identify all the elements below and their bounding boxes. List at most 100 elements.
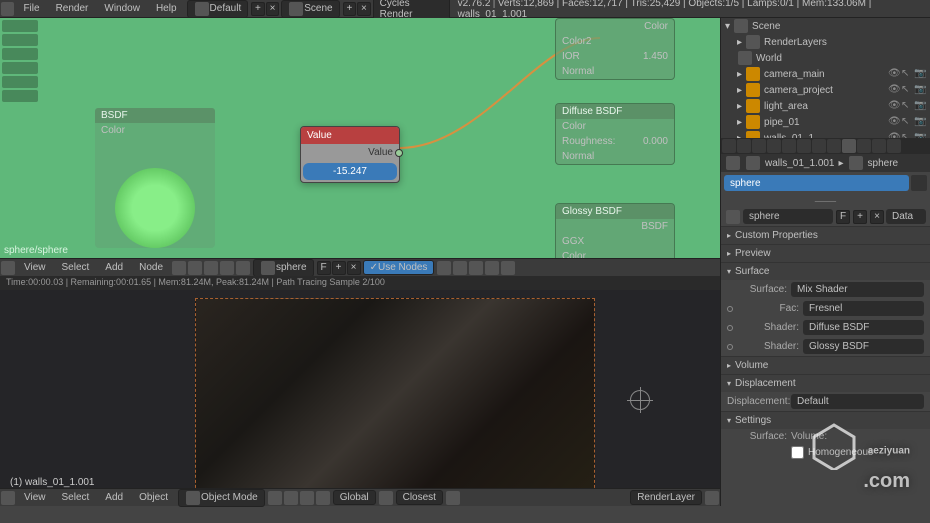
eye-icon[interactable]: 👁 xyxy=(888,84,900,96)
tab-constraint[interactable] xyxy=(797,139,811,153)
tab-renderlayers[interactable] xyxy=(737,139,751,153)
tab-material[interactable] xyxy=(842,139,856,153)
node-menu-add[interactable]: Add xyxy=(97,262,131,273)
renderlayer-dropdown[interactable]: RenderLayer xyxy=(630,490,702,505)
tab-texture[interactable] xyxy=(857,139,871,153)
toolbar-handle[interactable] xyxy=(2,76,38,88)
render-icon[interactable]: 📷 xyxy=(914,100,926,112)
orientation-dropdown[interactable]: Global xyxy=(333,490,376,505)
material-remove-button[interactable]: × xyxy=(347,261,361,275)
compositor-type-icon[interactable] xyxy=(188,261,202,275)
menu-file[interactable]: File xyxy=(15,3,47,14)
node-value-field[interactable]: -15.247 xyxy=(303,163,397,180)
pin-icon[interactable] xyxy=(437,261,451,275)
drag-handle[interactable]: ⸻ xyxy=(721,194,930,207)
toolbar-handle[interactable] xyxy=(2,48,38,60)
scene-add-button[interactable]: + xyxy=(343,2,357,16)
world-mat-icon[interactable] xyxy=(236,261,250,275)
socket-icon[interactable] xyxy=(727,306,733,312)
tab-scene[interactable] xyxy=(752,139,766,153)
breadcrumb-material[interactable]: sphere xyxy=(868,158,899,169)
render-slot-icon[interactable] xyxy=(705,491,719,505)
panel-custom-properties[interactable]: Custom Properties xyxy=(721,227,930,244)
panel-displacement[interactable]: Displacement xyxy=(721,375,930,392)
node-menu-node[interactable]: Node xyxy=(131,262,171,273)
material-link-dropdown[interactable]: Data xyxy=(886,209,926,224)
socket-icon[interactable] xyxy=(727,344,733,350)
texture-type-icon[interactable] xyxy=(204,261,218,275)
tab-particle[interactable] xyxy=(872,139,886,153)
material-name-field[interactable]: sphere xyxy=(743,209,833,224)
snap-target-dropdown[interactable]: Closest xyxy=(396,490,443,505)
material-add-button[interactable]: + xyxy=(853,210,867,224)
layout-remove-button[interactable]: × xyxy=(266,2,280,16)
scene-remove-button[interactable]: × xyxy=(357,2,371,16)
render-icon[interactable]: 📷 xyxy=(914,84,926,96)
panel-volume[interactable]: Volume xyxy=(721,357,930,374)
shader1-dropdown[interactable]: Diffuse BSDF xyxy=(803,320,924,335)
menu-window[interactable]: Window xyxy=(96,3,148,14)
render-icon[interactable]: 📷 xyxy=(914,132,926,138)
render-icon[interactable]: 📷 xyxy=(914,68,926,80)
menu-render[interactable]: Render xyxy=(48,3,97,14)
cursor-icon[interactable]: ↖ xyxy=(901,84,913,96)
outliner-item-camera-main[interactable]: ▸camera_main👁↖📷 xyxy=(721,66,930,82)
material-dropdown[interactable]: sphere xyxy=(253,259,314,277)
eye-icon[interactable]: 👁 xyxy=(888,100,900,112)
cursor-icon[interactable]: ↖ xyxy=(901,100,913,112)
editor-type-icon[interactable] xyxy=(1,491,15,505)
node-diffuse-bsdf[interactable]: Diffuse BSDF Color Roughness:0.000 Norma… xyxy=(555,103,675,165)
manipulator-icon[interactable] xyxy=(300,491,314,505)
snap-icon[interactable] xyxy=(379,491,393,505)
toolbar-handle[interactable] xyxy=(2,90,38,102)
outliner-item-light[interactable]: ▸light_area👁↖📷 xyxy=(721,98,930,114)
eye-icon[interactable]: 👁 xyxy=(888,132,900,138)
tab-modifier[interactable] xyxy=(812,139,826,153)
outliner-item-camera-project[interactable]: ▸camera_project👁↖📷 xyxy=(721,82,930,98)
render-viewport[interactable] xyxy=(0,290,720,488)
surface-dropdown[interactable]: Mix Shader xyxy=(791,282,924,297)
paste-icon[interactable] xyxy=(501,261,515,275)
vp-menu-select[interactable]: Select xyxy=(54,492,98,503)
layout-add-button[interactable]: + xyxy=(251,2,265,16)
outliner[interactable]: ▾Scene ▸RenderLayers World ▸camera_main👁… xyxy=(721,18,930,138)
editor-type-icon[interactable] xyxy=(1,261,15,275)
homogeneous-checkbox[interactable] xyxy=(791,446,804,459)
node-menu-view[interactable]: View xyxy=(16,262,54,273)
proportional-icon[interactable] xyxy=(446,491,460,505)
toolbar-handle[interactable] xyxy=(2,34,38,46)
snap-icon[interactable] xyxy=(469,261,483,275)
toolbar-handle[interactable] xyxy=(2,62,38,74)
fake-user-button[interactable]: F xyxy=(317,261,331,275)
node-mix[interactable]: Color Color2 IOR1.450 Normal xyxy=(555,18,675,80)
use-nodes-toggle[interactable]: ✓ Use Nodes xyxy=(363,260,435,275)
backdrop-icon[interactable] xyxy=(453,261,467,275)
panel-surface[interactable]: Surface xyxy=(721,263,930,280)
vp-menu-add[interactable]: Add xyxy=(97,492,131,503)
outliner-item-walls[interactable]: ▸walls_01_1👁↖📷 xyxy=(721,130,930,138)
pin-icon[interactable] xyxy=(726,156,740,170)
eye-icon[interactable]: 👁 xyxy=(888,68,900,80)
socket-icon[interactable] xyxy=(727,325,733,331)
menu-help[interactable]: Help xyxy=(148,3,185,14)
render-icon[interactable]: 📷 xyxy=(914,116,926,128)
toolbar-handle[interactable] xyxy=(2,20,38,32)
color-wheel-icon[interactable] xyxy=(115,168,195,248)
tab-object[interactable] xyxy=(782,139,796,153)
node-editor-viewport[interactable]: BSDF Color Color Color2 IOR1.450 Normal … xyxy=(0,18,720,276)
layout-dropdown[interactable]: Default xyxy=(187,0,249,18)
breadcrumb-object[interactable]: walls_01_1.001 xyxy=(765,158,835,169)
material-slot-input[interactable] xyxy=(724,175,909,191)
outliner-item-pipe[interactable]: ▸pipe_01👁↖📷 xyxy=(721,114,930,130)
shading-icon[interactable] xyxy=(268,491,282,505)
fake-user-button[interactable]: F xyxy=(836,210,850,224)
vp-menu-view[interactable]: View xyxy=(16,492,54,503)
panel-settings[interactable]: Settings xyxy=(721,412,930,429)
node-output-socket[interactable] xyxy=(395,149,403,157)
material-remove-button[interactable]: × xyxy=(870,210,884,224)
outliner-renderlayers[interactable]: ▸RenderLayers xyxy=(721,34,930,50)
vp-menu-object[interactable]: Object xyxy=(131,492,176,503)
scene-dropdown[interactable]: Scene xyxy=(281,0,339,18)
mode-dropdown[interactable]: Object Mode xyxy=(178,489,265,507)
material-add-button[interactable]: + xyxy=(332,261,346,275)
